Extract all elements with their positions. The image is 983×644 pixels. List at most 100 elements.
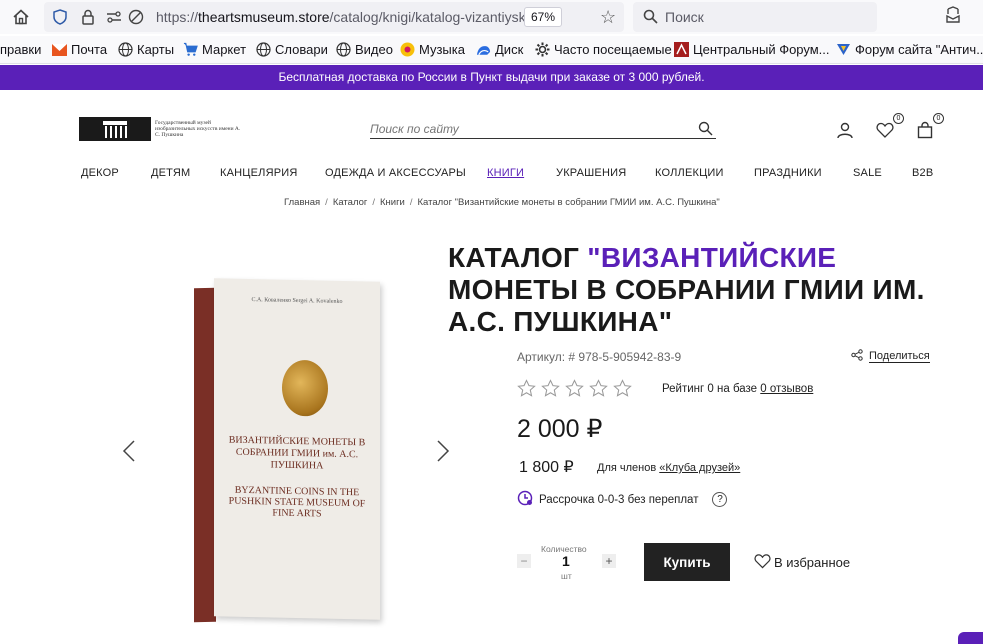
share-label: Поделиться	[869, 350, 930, 363]
star-icon[interactable]	[589, 379, 608, 398]
globe-icon	[336, 42, 351, 57]
browser-search-box[interactable]: Поиск	[633, 2, 877, 32]
book-cover: С.А. Коваленко Sergei A. Kovalenko ВИЗАН…	[214, 278, 380, 620]
rating-text: Рейтинг 0 на базе 0 отзывов	[662, 383, 814, 395]
bookmark-item[interactable]: Видео	[336, 42, 393, 57]
search-icon	[643, 9, 658, 29]
lock-icon[interactable]	[80, 9, 96, 25]
heart-icon	[754, 553, 771, 572]
main-nav: ДЕКОР ДЕТЯМ КАНЦЕЛЯРИЯ ОДЕЖДА И АКСЕССУА…	[0, 167, 983, 183]
wishlist-count: 0	[893, 113, 904, 124]
site-search[interactable]	[370, 120, 716, 139]
quantity-increase-button[interactable]: +	[602, 554, 616, 568]
star-icon[interactable]	[565, 379, 584, 398]
book-title-ru: ВИЗАНТИЙСКИЕ МОНЕТЫ В СОБРАНИИ ГМИИ им. …	[228, 434, 366, 472]
coin-image	[282, 359, 328, 417]
gear-icon	[535, 42, 550, 57]
buy-button[interactable]: Купить	[644, 543, 730, 581]
logo-text: Государственный музей изобразительных ис…	[155, 120, 241, 138]
member-price: 1 800 ₽	[519, 459, 574, 476]
bookmark-item[interactable]: Форум сайта "Антич...	[836, 42, 983, 57]
share-icon	[851, 349, 863, 364]
promo-banner: Бесплатная доставка по России в Пункт вы…	[0, 65, 983, 90]
breadcrumb-home[interactable]: Главная	[284, 197, 320, 208]
browser-toolbar: https://theartsmuseum.store/catalog/knig…	[0, 0, 983, 34]
nav-item-sale[interactable]: SALE	[853, 167, 882, 179]
gallery-next-arrow-icon[interactable]	[436, 440, 450, 462]
star-icon[interactable]	[517, 379, 536, 398]
star-icon[interactable]	[613, 379, 632, 398]
nav-item-collections[interactable]: КОЛЛЕКЦИИ	[655, 167, 724, 179]
nav-item-clothing[interactable]: ОДЕЖДА И АКСЕССУАРЫ	[325, 167, 466, 179]
nav-item-holidays[interactable]: ПРАЗДНИКИ	[754, 167, 822, 179]
home-icon[interactable]	[10, 6, 32, 28]
bookmark-item[interactable]: Маркет	[183, 42, 246, 57]
nav-item-decor[interactable]: ДЕКОР	[81, 167, 119, 179]
forum-icon	[674, 42, 689, 57]
globe-icon	[256, 42, 271, 57]
installment-text: Рассрочка 0-0-3 без переплат	[539, 493, 699, 506]
bookmark-item[interactable]: правки	[0, 42, 41, 57]
gallery-prev-arrow-icon[interactable]	[122, 440, 136, 462]
star-icon[interactable]	[541, 379, 560, 398]
share-button[interactable]: Поделиться	[851, 349, 930, 364]
bookmark-item[interactable]: Центральный Форум...	[674, 42, 830, 57]
extensions-icon[interactable]	[944, 6, 966, 28]
music-icon	[400, 42, 415, 57]
add-to-favorites-button[interactable]: В избранное	[754, 553, 850, 572]
nav-item-b2b[interactable]: B2B	[912, 167, 933, 179]
bookmark-item[interactable]: Словари	[256, 42, 328, 57]
url-text[interactable]: https://theartsmuseum.store/catalog/knig…	[156, 9, 556, 25]
shield-icon[interactable]	[52, 9, 68, 25]
wishlist-icon[interactable]: 0	[876, 113, 904, 141]
account-icon[interactable]	[836, 121, 856, 141]
product-price: 2 000 ₽	[517, 415, 603, 443]
member-note: Для членов «Клуба друзей»	[597, 462, 741, 474]
breadcrumb-books[interactable]: Книги	[380, 197, 405, 208]
url-bar[interactable]: https://theartsmuseum.store/catalog/knig…	[44, 2, 624, 32]
breadcrumb-catalog[interactable]: Каталог	[333, 197, 368, 208]
reviews-link[interactable]: 0 отзывов	[760, 383, 813, 395]
cart-icon[interactable]: 0	[916, 113, 944, 141]
rating-stars[interactable]	[517, 379, 632, 398]
book-authors: С.А. Коваленко Sergei A. Kovalenko	[251, 297, 343, 305]
forum-icon	[836, 42, 851, 57]
quantity-unit: шт	[561, 571, 572, 581]
museum-logo-icon	[79, 117, 151, 141]
breadcrumb: Главная / Каталог / Книги / Каталог "Византийс…	[284, 197, 720, 208]
friends-club-link[interactable]: «Клуба друзей»	[659, 462, 740, 474]
cart-icon	[183, 42, 198, 57]
breadcrumb-current: Каталог "Византийские монеты в собрании …	[417, 197, 720, 208]
installment-icon	[517, 490, 533, 509]
product-image[interactable]: С.А. Коваленко Sergei A. Kovalenko ВИЗАН…	[194, 278, 382, 623]
nav-item-kids[interactable]: ДЕТЯМ	[151, 167, 190, 179]
site-logo[interactable]: Государственный музей изобразительных ис…	[79, 117, 245, 141]
bookmark-item[interactable]: Музыка	[400, 42, 465, 57]
nav-item-jewelry[interactable]: УКРАШЕНИЯ	[556, 167, 626, 179]
quantity-decrease-button[interactable]: −	[517, 554, 531, 568]
autoplay-blocked-icon[interactable]	[128, 9, 144, 25]
chat-widget-button[interactable]	[958, 632, 983, 644]
help-icon[interactable]: ?	[712, 492, 728, 507]
nav-item-stationery[interactable]: КАНЦЕЛЯРИЯ	[220, 167, 298, 179]
bookmark-item[interactable]: Карты	[118, 42, 174, 57]
quantity-value[interactable]: 1	[562, 553, 570, 569]
globe-icon	[118, 42, 133, 57]
product-title: КАТАЛОГ "ВИЗАНТИЙСКИЕ МОНЕТЫ В СОБРАНИИ …	[448, 242, 925, 337]
bookmarks-bar: правки Почта Карты Маркет Словари Видео …	[0, 36, 983, 64]
bookmark-star-icon[interactable]: ☆	[600, 8, 616, 26]
bookmark-item[interactable]: Часто посещаемые	[535, 42, 672, 57]
mail-icon	[52, 42, 67, 57]
site-search-input[interactable]	[370, 120, 670, 136]
book-title-en: BYZANTINE COINS IN THE PUSHKIN STATE MUS…	[228, 484, 366, 520]
nav-item-books[interactable]: КНИГИ	[487, 167, 524, 179]
bookmark-item[interactable]: Диск	[476, 42, 523, 57]
permissions-icon[interactable]	[106, 9, 122, 25]
zoom-indicator[interactable]: 67%	[524, 7, 562, 27]
installment-info[interactable]: Рассрочка 0-0-3 без переплат ?	[517, 490, 728, 509]
bookmark-item[interactable]: Почта	[52, 42, 107, 57]
book-spine	[194, 287, 216, 623]
disk-icon	[476, 42, 491, 57]
search-icon[interactable]	[698, 121, 713, 141]
product-sku: Артикул: # 978-5-905942-83-9	[517, 350, 682, 364]
